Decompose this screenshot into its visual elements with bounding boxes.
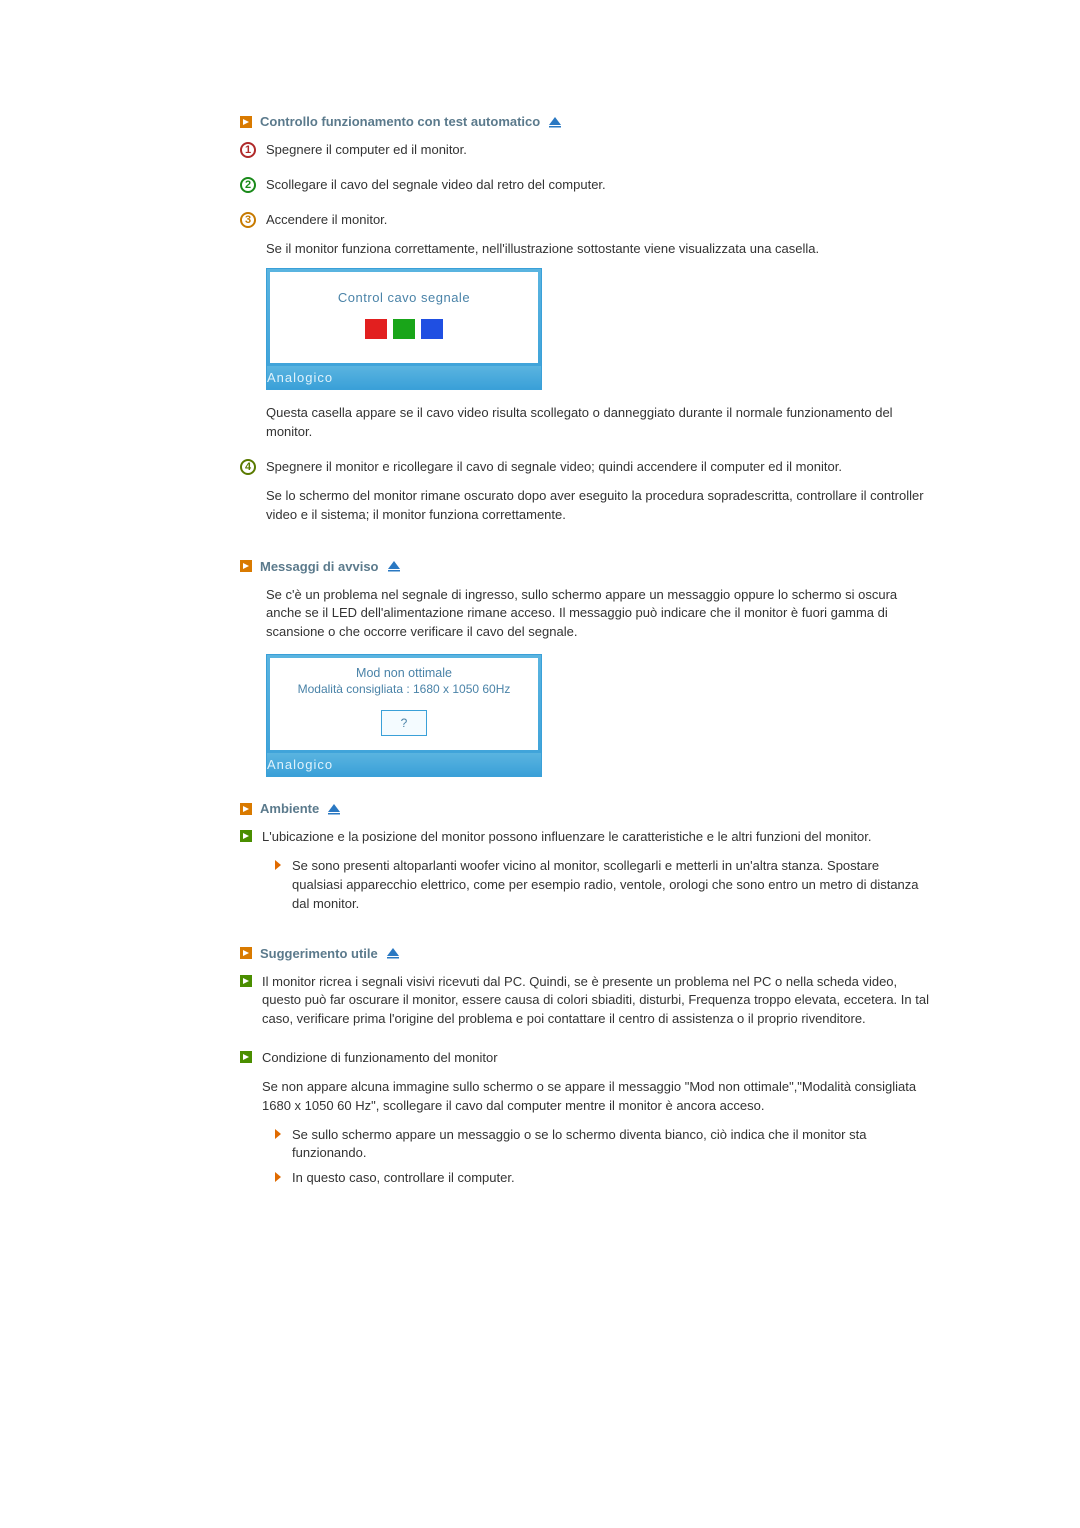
heading-text: Suggerimento utile (260, 946, 378, 961)
sub-item-text: Se sono presenti altoparlanti woofer vic… (292, 857, 930, 914)
step-description: Se lo schermo del monitor rimane oscurat… (266, 487, 930, 525)
step-description: Questa casella appare se il cavo video r… (266, 404, 930, 442)
heading-environment: Ambiente (240, 801, 930, 816)
paragraph: Se c'è un problema nel segnale di ingres… (266, 586, 930, 643)
play-bullet-icon (240, 560, 252, 572)
step-text: Spegnere il computer ed il monitor. (266, 141, 930, 160)
illustration-line2: Modalità consigliata : 1680 x 1050 60Hz (280, 682, 528, 696)
back-to-top-icon[interactable] (548, 116, 562, 128)
play-bullet-icon (240, 947, 252, 959)
bullet-text: Condizione di funzionamento del monitor (262, 1049, 930, 1068)
sub-item-text: In questo caso, controllare il computer. (292, 1169, 930, 1188)
step-number-2-icon: 2 (240, 177, 256, 193)
chevron-right-icon (274, 1172, 284, 1182)
rgb-squares (280, 319, 528, 339)
back-to-top-icon[interactable] (327, 803, 341, 815)
heading-warning-messages: Messaggi di avviso (240, 559, 930, 574)
heading-auto-test: Controllo funzionamento con test automat… (240, 114, 930, 129)
bullet-item: Il monitor ricrea i segnali visivi ricev… (240, 973, 930, 1040)
section-body: Se c'è un problema nel segnale di ingres… (266, 586, 930, 778)
step-number-1-icon: 1 (240, 142, 256, 158)
step-number-4-icon: 4 (240, 459, 256, 475)
play-bullet-icon (240, 803, 252, 815)
step-row: 2 Scollegare il cavo del segnale video d… (240, 176, 930, 205)
step-row: 1 Spegnere il computer ed il monitor. (240, 141, 930, 170)
sub-list: Se sullo schermo appare un messaggio o s… (274, 1126, 930, 1189)
bullet-item: L'ubicazione e la posizione del monitor … (240, 828, 930, 921)
square-bullet-icon (240, 830, 252, 842)
illustration-not-optimal-mode: Mod non ottimale Modalità consigliata : … (266, 654, 542, 777)
illustration-footer: Analogico (267, 753, 541, 776)
step-description: Se il monitor funziona correttamente, ne… (266, 240, 930, 259)
play-bullet-icon (240, 116, 252, 128)
heading-text: Controllo funzionamento con test automat… (260, 114, 540, 129)
square-bullet-icon (240, 1051, 252, 1063)
illustration-signal-cable: Control cavo segnale Analogico (266, 268, 542, 390)
square-bullet-icon (240, 975, 252, 987)
bullet-text: Il monitor ricrea i segnali visivi ricev… (262, 973, 930, 1030)
step-number-3-icon: 3 (240, 212, 256, 228)
back-to-top-icon[interactable] (387, 560, 401, 572)
sub-list: Se sono presenti altoparlanti woofer vic… (274, 857, 930, 914)
heading-text: Messaggi di avviso (260, 559, 379, 574)
illustration-line1: Mod non ottimale (280, 666, 528, 680)
sub-item: In questo caso, controllare il computer. (274, 1169, 930, 1188)
bullet-paragraph: Se non appare alcuna immagine sullo sche… (262, 1078, 930, 1116)
back-to-top-icon[interactable] (386, 947, 400, 959)
step-row: 4 Spegnere il monitor e ricollegare il c… (240, 458, 930, 535)
bullet-item: Condizione di funzionamento del monitor … (240, 1049, 930, 1196)
step-text: Accendere il monitor. (266, 211, 930, 230)
chevron-right-icon (274, 860, 284, 870)
sub-item: Se sullo schermo appare un messaggio o s… (274, 1126, 930, 1164)
chevron-right-icon (274, 1129, 284, 1139)
illustration-footer: Analogico (267, 366, 541, 389)
sub-item: Se sono presenti altoparlanti woofer vic… (274, 857, 930, 914)
numbered-steps: 1 Spegnere il computer ed il monitor. 2 … (240, 141, 930, 535)
step-row: 3 Accendere il monitor. Se il monitor fu… (240, 211, 930, 452)
question-box: ? (381, 710, 427, 736)
step-text: Scollegare il cavo del segnale video dal… (266, 176, 930, 195)
step-text: Spegnere il monitor e ricollegare il cav… (266, 458, 930, 477)
sub-item-text: Se sullo schermo appare un messaggio o s… (292, 1126, 930, 1164)
heading-useful-tip: Suggerimento utile (240, 946, 930, 961)
illustration-title: Control cavo segnale (280, 290, 528, 305)
bullet-text: L'ubicazione e la posizione del monitor … (262, 828, 930, 847)
heading-text: Ambiente (260, 801, 319, 816)
